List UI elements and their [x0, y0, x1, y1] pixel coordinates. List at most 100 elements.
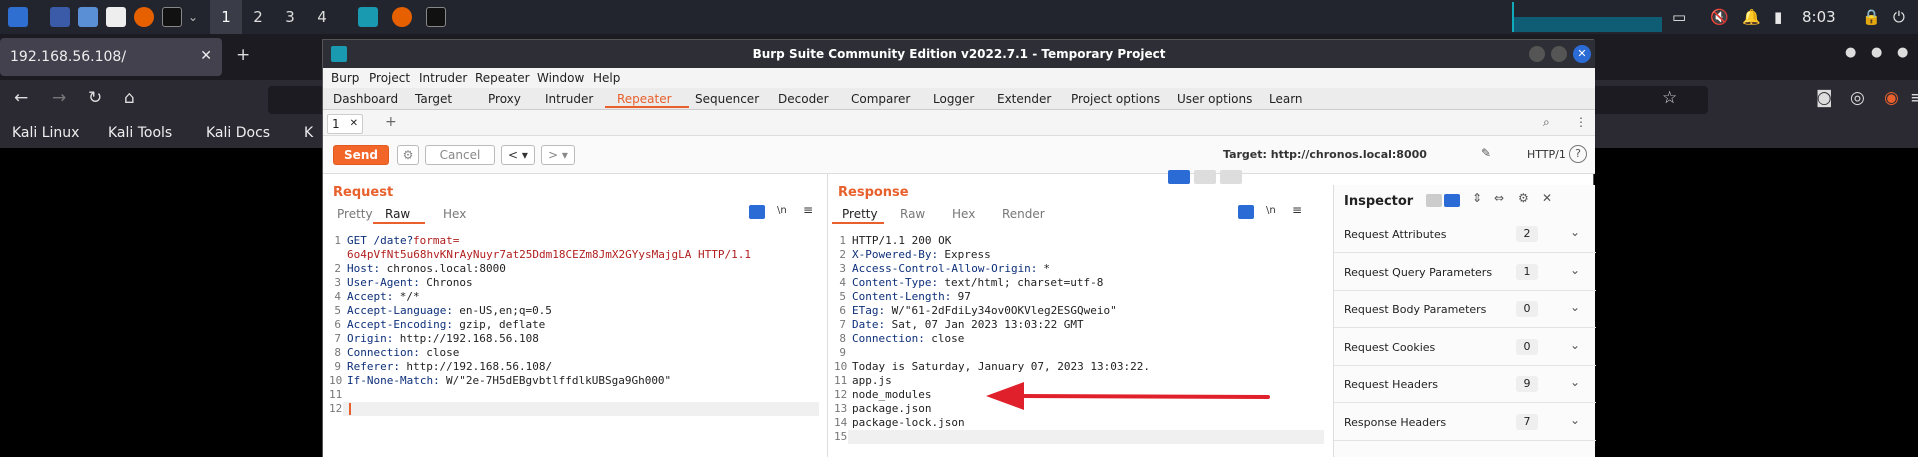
chevron-down-icon[interactable]: ⌄ — [1570, 375, 1580, 389]
workspace-1[interactable]: 1 — [210, 0, 243, 34]
forward-icon[interactable]: → — [52, 88, 66, 108]
window-dot-icon[interactable]: ● — [1845, 45, 1856, 60]
bell-icon[interactable]: 🔔 — [1742, 0, 1761, 34]
http-version-toggle[interactable]: HTTP/1 — [1527, 148, 1566, 161]
back-history-button[interactable]: < ▾ — [501, 145, 535, 165]
expand-all-icon[interactable]: ⇕ — [1472, 191, 1482, 205]
burp-task-icon[interactable] — [358, 7, 379, 27]
inspector-section[interactable]: Request Cookies 0 ⌄ — [1334, 329, 1596, 366]
forward-history-button[interactable]: > ▾ — [541, 145, 575, 165]
display-icon[interactable]: ▭ — [1672, 0, 1686, 34]
inspector-section[interactable]: Request Body Parameters 0 ⌄ — [1334, 291, 1596, 328]
reload-icon[interactable]: ↻ — [88, 88, 102, 108]
bookmark-kali-tools[interactable]: Kali Tools — [108, 125, 172, 141]
settings-gear-icon[interactable]: ⚙ — [1518, 191, 1529, 205]
tab-decoder[interactable]: Decoder — [778, 92, 829, 106]
panel-menu-icon[interactable]: ≡ — [803, 203, 813, 217]
lock-icon[interactable]: 🔒 — [1862, 0, 1881, 34]
power-icon[interactable]: ⏻ — [1893, 0, 1905, 34]
request-view-pretty[interactable]: Pretty — [337, 207, 373, 221]
chevron-down-icon[interactable]: ⌄ — [188, 10, 198, 24]
tab-proxy[interactable]: Proxy — [488, 92, 521, 106]
text-editor-icon[interactable] — [106, 7, 126, 27]
menu-intruder[interactable]: Intruder — [419, 71, 467, 85]
menu-burp[interactable]: Burp — [331, 71, 359, 85]
home-icon[interactable]: ⌂ — [124, 88, 135, 108]
firefox-task-icon[interactable] — [392, 7, 413, 27]
menu-project[interactable]: Project — [369, 71, 410, 85]
chevron-down-icon[interactable]: ⌄ — [1570, 300, 1580, 314]
inspector-section[interactable]: Request Query Parameters 1 ⌄ — [1334, 254, 1596, 291]
minimize-icon[interactable] — [1529, 46, 1545, 62]
close-tab-icon[interactable]: ✕ — [200, 48, 212, 64]
tab-sequencer[interactable]: Sequencer — [695, 92, 759, 106]
bookmark-kali-docs[interactable]: Kali Docs — [206, 125, 270, 141]
tab-target[interactable]: Target — [415, 92, 452, 106]
workspace-2[interactable]: 2 — [242, 0, 274, 34]
inspector-section[interactable]: Request Headers 9 ⌄ — [1334, 366, 1596, 403]
tab-dashboard[interactable]: Dashboard — [333, 92, 398, 106]
firefox-icon[interactable] — [134, 7, 154, 27]
tab-user-options[interactable]: User options — [1177, 92, 1252, 106]
bookmark-truncated[interactable]: K — [304, 125, 313, 141]
workspace-4[interactable]: 4 — [306, 0, 338, 34]
chevron-down-icon[interactable]: ⌄ — [1570, 263, 1580, 277]
wrap-toggle-icon[interactable] — [749, 205, 765, 219]
request-view-hex[interactable]: Hex — [443, 207, 466, 221]
request-editor[interactable]: 1 GET /date? format= 6o4pVfNt5u68hvKNrAyNuy… — [329, 234, 819, 454]
window-dot-icon[interactable]: ● — [1897, 45, 1908, 60]
workspace-3[interactable]: 3 — [274, 0, 306, 34]
terminal-icon[interactable] — [162, 7, 182, 27]
edit-target-icon[interactable]: ✎ — [1481, 146, 1491, 160]
tab-logger[interactable]: Logger — [933, 92, 974, 106]
inspector-view-panel-icon[interactable] — [1444, 194, 1460, 207]
settings-gear-icon[interactable]: ⚙ — [397, 145, 419, 165]
menu-window[interactable]: Window — [537, 71, 584, 85]
add-tab-icon[interactable]: + — [385, 114, 397, 130]
tab-extender[interactable]: Extender — [997, 92, 1051, 106]
firefox-tab[interactable]: 192.168.56.108/ ✕ — [0, 38, 222, 76]
battery-icon[interactable]: ▮ — [1774, 0, 1782, 34]
mute-icon[interactable]: 🔇 — [1710, 0, 1729, 34]
close-tab-icon[interactable]: ✕ — [350, 118, 358, 129]
inspector-section[interactable]: Response Headers 7 ⌄ — [1334, 404, 1596, 441]
repeater-tab-1[interactable]: 1 ✕ — [327, 114, 363, 134]
tab-learn[interactable]: Learn — [1269, 92, 1303, 106]
more-options-icon[interactable]: ⋮ — [1575, 115, 1587, 129]
request-view-raw[interactable]: Raw — [385, 207, 410, 221]
extension-icon[interactable]: ◉ — [1884, 88, 1899, 108]
bookmark-star-icon[interactable]: ☆ — [1662, 88, 1677, 108]
kali-menu-icon[interactable] — [8, 7, 28, 27]
pocket-icon[interactable]: ◙ — [1816, 88, 1833, 108]
back-icon[interactable]: ← — [14, 88, 28, 108]
new-tab-icon[interactable]: + — [236, 45, 250, 65]
collapse-all-icon[interactable]: ⇔ — [1494, 191, 1504, 205]
account-icon[interactable]: ◎ — [1850, 88, 1865, 108]
menu-icon[interactable]: ≡ — [1910, 88, 1918, 108]
bookmark-kali-linux[interactable]: Kali Linux — [12, 125, 79, 141]
chevron-down-icon[interactable]: ⌄ — [1570, 413, 1580, 427]
close-inspector-icon[interactable]: ✕ — [1542, 191, 1552, 205]
search-icon[interactable]: ⌕ — [1543, 115, 1550, 130]
inspector-section[interactable]: Request Attributes 2 ⌄ — [1334, 216, 1596, 253]
window-dot-icon[interactable]: ● — [1871, 45, 1882, 60]
menu-repeater[interactable]: Repeater — [475, 71, 530, 85]
tab-repeater[interactable]: Repeater — [617, 92, 672, 106]
menu-help[interactable]: Help — [593, 71, 620, 85]
file-manager-icon[interactable] — [78, 7, 98, 27]
desktop-icon[interactable] — [50, 7, 70, 27]
close-window-icon[interactable]: ✕ — [1573, 45, 1591, 63]
newline-toggle[interactable]: \n — [777, 205, 787, 216]
inspector-view-list-icon[interactable] — [1426, 194, 1442, 207]
cancel-button[interactable]: Cancel — [425, 145, 495, 165]
tab-project-options[interactable]: Project options — [1071, 92, 1160, 106]
tab-intruder[interactable]: Intruder — [545, 92, 593, 106]
maximize-icon[interactable] — [1551, 46, 1567, 62]
send-button[interactable]: Send — [333, 145, 389, 165]
chevron-down-icon[interactable]: ⌄ — [1570, 225, 1580, 239]
terminal-task-icon[interactable] — [426, 7, 447, 27]
response-view-raw[interactable]: Raw — [900, 207, 925, 221]
help-icon[interactable]: ? — [1569, 145, 1587, 163]
tab-comparer[interactable]: Comparer — [851, 92, 910, 106]
response-view-pretty[interactable]: Pretty — [842, 207, 878, 221]
